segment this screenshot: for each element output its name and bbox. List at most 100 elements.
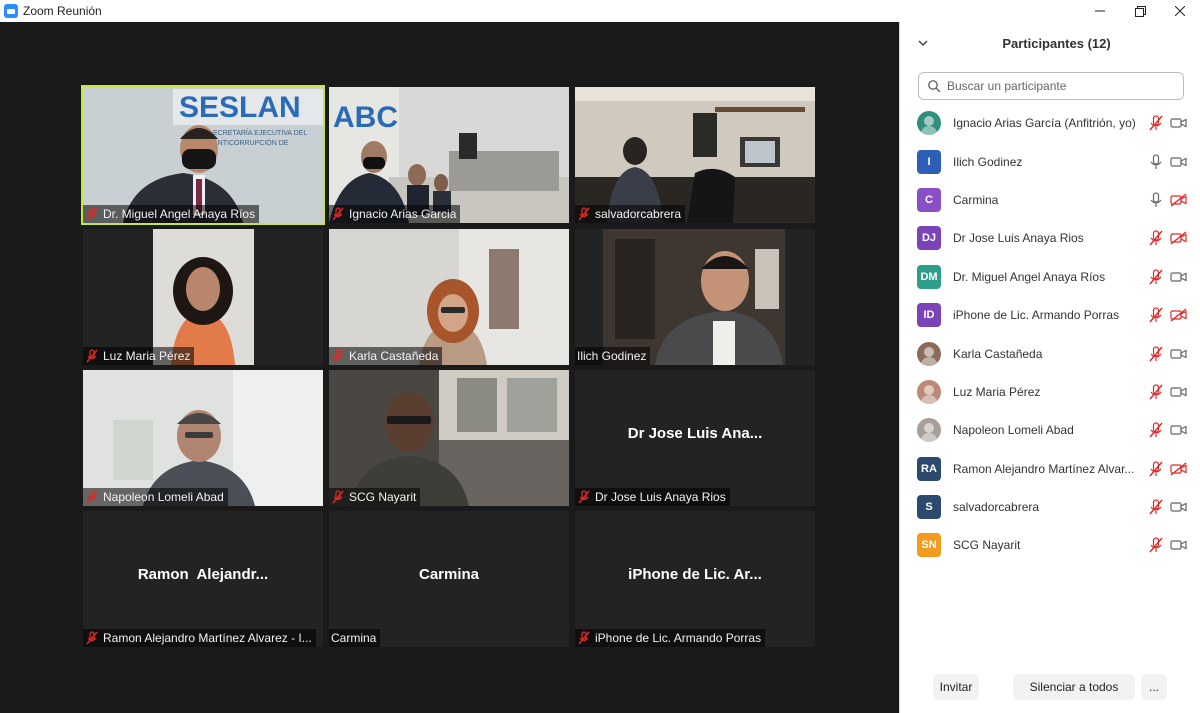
muted-mic-icon [332, 349, 344, 363]
video-tile[interactable]: Napoleon Lomeli Abad [83, 370, 323, 506]
tile-name-label: Luz Maria Pérez [83, 347, 195, 365]
tile-name-label: Dr Jose Luis Anaya Rios [575, 488, 730, 506]
video-camera-icon [1170, 384, 1187, 400]
minimize-button[interactable] [1080, 0, 1120, 22]
participant-name: Luz Maria Pérez [953, 384, 1041, 399]
muted-mic-icon [1147, 422, 1164, 438]
video-tile[interactable]: iPhone de Lic. Ar... iPhone de Lic. Arma… [575, 511, 815, 647]
tile-name-label: Napoleon Lomeli Abad [83, 488, 228, 506]
participant-row[interactable]: Napoleon Lomeli Abad [900, 411, 1200, 449]
muted-mic-icon [332, 207, 344, 221]
tile-placeholder-name: iPhone de Lic. Ar... [628, 566, 762, 583]
participant-row[interactable]: C Carmina [900, 181, 1200, 219]
participant-status-icons [1147, 230, 1187, 246]
video-off-icon [1170, 230, 1187, 246]
participant-search[interactable] [918, 72, 1184, 100]
participant-row[interactable]: ID iPhone de Lic. Armando Porras [900, 296, 1200, 334]
minimize-icon [1095, 10, 1105, 12]
video-tile[interactable]: Dr Jose Luis Ana... Dr Jose Luis Anaya R… [575, 370, 815, 506]
tile-name: Napoleon Lomeli Abad [103, 490, 224, 504]
tile-name-label: salvadorcabrera [575, 205, 686, 223]
close-icon [1175, 6, 1185, 16]
participant-name: SCG Nayarit [953, 538, 1021, 553]
participant-name: Ilich Godinez [953, 154, 1023, 169]
video-tile[interactable]: SCG Nayarit [329, 370, 569, 506]
tile-name-label: Ilich Godinez [575, 347, 651, 365]
video-off-icon [1170, 307, 1187, 323]
participant-status-icons [1147, 192, 1187, 208]
video-tile[interactable]: Ilich Godinez [575, 229, 815, 365]
search-input[interactable] [945, 78, 1179, 94]
avatar [917, 341, 941, 366]
participant-name: iPhone de Lic. Armando Porras [953, 308, 1120, 323]
tile-placeholder-name: Dr Jose Luis Ana... [627, 425, 763, 442]
tile-name-label: Karla Castañeda [329, 347, 443, 365]
participant-row[interactable]: RA Ramon Alejandro Martínez Alvar... [900, 450, 1200, 488]
participant-row[interactable]: I Ilich Godinez [900, 142, 1200, 180]
avatar [917, 111, 941, 136]
tile-name: iPhone de Lic. Armando Porras [595, 631, 762, 645]
tile-name: salvadorcabrera [595, 207, 682, 221]
video-gallery: SESLAN ECRETARÍA EJECUTIVA DEL ANTICORRU… [0, 22, 898, 713]
video-tile[interactable]: SESLAN ECRETARÍA EJECUTIVA DEL ANTICORRU… [81, 85, 325, 225]
participant-status-icons [1147, 384, 1187, 400]
participant-name: Karla Castañeda [953, 346, 1043, 361]
window-controls [1080, 0, 1200, 22]
muted-mic-icon [1147, 230, 1164, 246]
video-camera-icon [1170, 269, 1187, 285]
video-camera-icon [1170, 346, 1187, 362]
more-options-button[interactable]: ... [1141, 674, 1167, 700]
close-button[interactable] [1160, 0, 1200, 22]
muted-mic-icon [1147, 115, 1164, 131]
video-camera-icon [1170, 537, 1187, 553]
restore-icon [1134, 5, 1146, 17]
restore-button[interactable] [1120, 0, 1160, 22]
muted-mic-icon [578, 490, 590, 504]
participant-name: Ramon Alejandro Martínez Alvar... [953, 461, 1135, 476]
muted-mic-icon [1147, 537, 1164, 553]
participant-row[interactable]: Luz Maria Pérez [900, 373, 1200, 411]
participant-row[interactable]: SN SCG Nayarit [900, 526, 1200, 564]
panel-header: Participantes (12) [900, 22, 1200, 64]
video-tile[interactable]: salvadorcabrera [575, 87, 815, 223]
video-tile[interactable]: ABC Ignacio Arias Garcia [329, 87, 569, 223]
participant-status-icons [1147, 461, 1187, 477]
muted-mic-icon [1147, 345, 1164, 362]
panel-title: Participantes (12) [1002, 36, 1111, 51]
avatar: S [917, 495, 941, 520]
window-title: Zoom Reunión [23, 4, 102, 18]
participant-row[interactable]: DM Dr. Miguel Angel Anaya Ríos [900, 258, 1200, 296]
participant-video [329, 229, 569, 365]
video-tile[interactable]: Ramon Alejandr... Ramon Alejandro Martín… [83, 511, 323, 647]
video-camera-icon [1170, 422, 1187, 438]
participant-row[interactable]: DJ Dr Jose Luis Anaya Rios [900, 219, 1200, 257]
muted-mic-icon [1147, 384, 1164, 400]
muted-mic-icon [578, 207, 590, 221]
muted-mic-icon [578, 631, 590, 645]
tile-name-label: Ramon Alejandro Martínez Alvarez - I... [83, 629, 316, 647]
participant-name: Dr. Miguel Angel Anaya Ríos [953, 269, 1106, 284]
participant-row[interactable]: Ignacio Arias García (Anfitrión, yo) [900, 104, 1200, 142]
search-icon [928, 80, 941, 93]
avatar: ID [917, 303, 941, 328]
tile-name-label: Ignacio Arias Garcia [329, 205, 461, 223]
avatar: DM [917, 264, 941, 289]
mute-all-button[interactable]: Silenciar a todos [1013, 674, 1135, 700]
participant-status-icons [1147, 115, 1187, 131]
participant-video [329, 370, 569, 506]
avatar: SN [917, 533, 941, 558]
svg-text:ECRETARÍA EJECUTIVA DEL: ECRETARÍA EJECUTIVA DEL [213, 128, 307, 137]
invite-button[interactable]: Invitar [933, 674, 979, 700]
participant-video [575, 87, 815, 223]
video-tile[interactable]: Karla Castañeda [329, 229, 569, 365]
participant-name: Ignacio Arias García (Anfitrión, yo) [953, 116, 1136, 131]
video-camera-icon [1170, 499, 1187, 515]
participant-list: Ignacio Arias García (Anfitrión, yo) I Ili… [900, 104, 1200, 565]
tile-name: Ilich Godinez [577, 349, 647, 363]
participant-row[interactable]: Ssalvadorcabrera [900, 488, 1200, 526]
video-tile[interactable]: Carmina Carmina [329, 511, 569, 647]
muted-mic-icon [86, 207, 98, 221]
video-tile[interactable]: Luz Maria Pérez [83, 229, 323, 365]
participant-status-icons [1147, 499, 1187, 515]
participant-row[interactable]: Karla Castañeda [900, 334, 1200, 372]
